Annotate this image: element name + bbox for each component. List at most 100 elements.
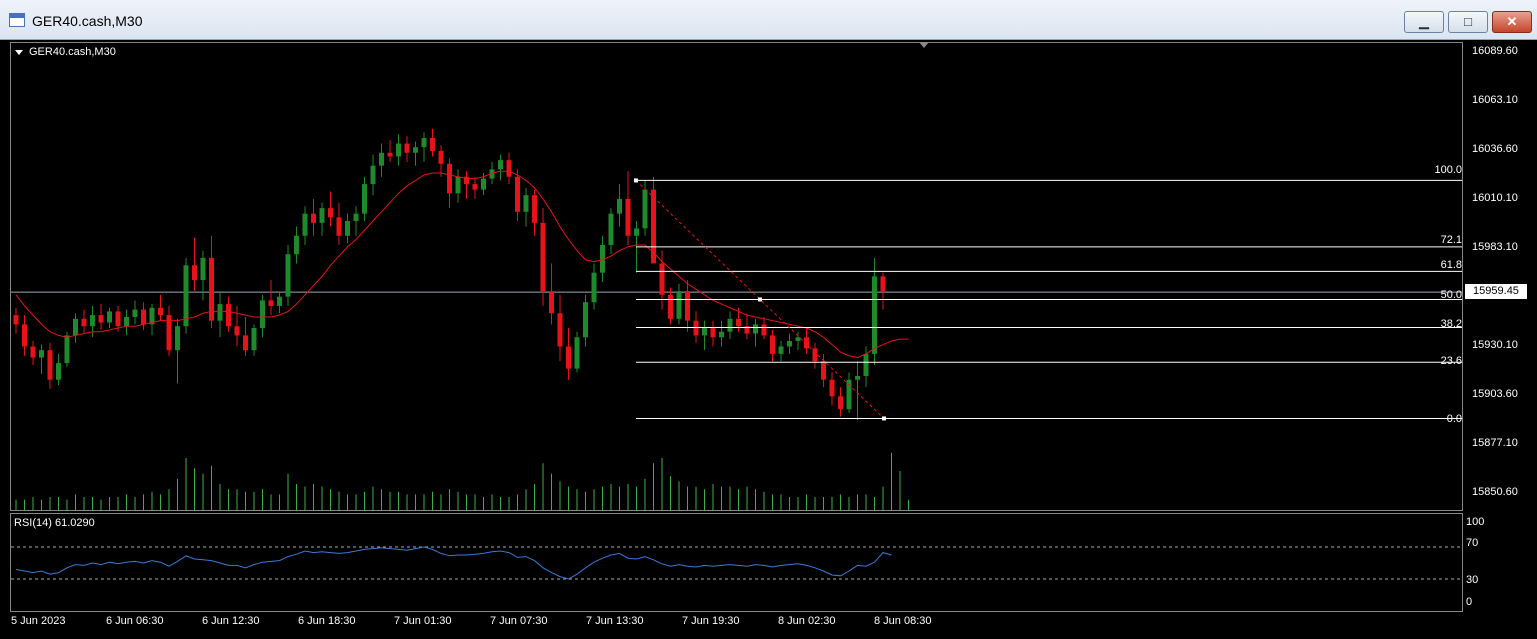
- candle-body: [421, 137, 427, 148]
- candle-body: [855, 376, 860, 380]
- rsi-tick: 70: [1466, 537, 1479, 549]
- time-tick: 8 Jun 02:30: [778, 615, 836, 627]
- candle-body: [447, 163, 452, 194]
- rsi-tick: 0: [1466, 596, 1473, 608]
- fib-anchor-point: [882, 416, 886, 421]
- candle-body: [676, 291, 682, 319]
- candle-body: [234, 326, 240, 336]
- candle-body: [719, 331, 724, 338]
- candle-body: [846, 379, 852, 410]
- candle-body: [81, 318, 87, 327]
- candle-body: [47, 350, 53, 380]
- candle-body: [498, 160, 503, 170]
- candle-body: [73, 318, 78, 336]
- candle-body: [396, 143, 401, 157]
- candle-body: [56, 363, 61, 380]
- candle-body: [438, 150, 444, 164]
- fib-level-label: 72.1: [1440, 234, 1462, 246]
- candle-body: [328, 208, 333, 218]
- chart-menu-arrow-icon[interactable]: [15, 50, 23, 55]
- candle-body: [90, 315, 95, 327]
- candle-body: [226, 304, 231, 327]
- candle-body: [659, 263, 665, 295]
- time-tick: 6 Jun 06:30: [106, 615, 164, 627]
- candle-body: [617, 198, 622, 214]
- candle-body: [523, 195, 529, 212]
- candle-body: [243, 335, 248, 351]
- chart-canvas[interactable]: [0, 0, 1537, 639]
- candle-body: [557, 313, 563, 347]
- candle-body: [821, 361, 826, 380]
- candle-body: [540, 222, 546, 292]
- candle-body: [362, 184, 367, 214]
- candle-body: [753, 324, 758, 334]
- moving-average-line: [15, 170, 909, 359]
- price-tick: 16089.60: [1472, 45, 1518, 57]
- candle-body: [829, 379, 835, 397]
- rsi-indicator-label: RSI(14) 61.0290: [14, 517, 95, 529]
- price-tick: 16063.10: [1472, 94, 1518, 106]
- price-tick: 16036.60: [1472, 143, 1518, 155]
- bid-price-label: 15959.45: [1465, 284, 1527, 299]
- candle-body: [268, 300, 274, 306]
- candle-body: [812, 348, 818, 362]
- chart-symbol-label: GER40.cash,M30: [29, 46, 116, 58]
- candle-body: [141, 309, 146, 325]
- chart-window: GER40.cash,M30 ▁ □ ✕ GER40.cash,M30 RSI(…: [0, 0, 1537, 639]
- candle-body: [736, 318, 741, 327]
- candle-body: [770, 335, 775, 354]
- candle-body: [115, 311, 121, 327]
- candle-body: [702, 328, 707, 336]
- candle-body: [863, 353, 869, 377]
- candle-body: [778, 346, 784, 354]
- chart-shift-marker-icon[interactable]: [919, 42, 929, 48]
- rsi-tick: 100: [1466, 516, 1485, 528]
- candle-body: [379, 152, 384, 166]
- time-tick: 7 Jun 19:30: [682, 615, 740, 627]
- candle-body: [634, 228, 639, 236]
- time-tick: 6 Jun 12:30: [202, 615, 260, 627]
- price-tick: 15983.10: [1472, 241, 1518, 253]
- candle-body: [668, 294, 673, 319]
- price-tick: 16010.10: [1472, 192, 1518, 204]
- fib-level-label: 23.6: [1440, 355, 1462, 367]
- time-tick: 5 Jun 2023: [11, 615, 66, 627]
- candle-body: [387, 152, 393, 157]
- candle-body: [345, 221, 350, 236]
- candle-body: [175, 326, 180, 351]
- candle-body: [192, 265, 197, 281]
- candle-body: [64, 335, 70, 364]
- candle-body: [880, 276, 886, 292]
- candle-body: [311, 213, 316, 223]
- time-tick: 8 Jun 08:30: [874, 615, 932, 627]
- candle-body: [795, 337, 801, 341]
- time-tick: 7 Jun 01:30: [394, 615, 452, 627]
- candle-body: [285, 254, 291, 297]
- candle-body: [158, 307, 163, 316]
- fib-level-label: 50.0: [1440, 289, 1462, 301]
- fib-level-label: 61.8: [1440, 259, 1462, 271]
- candle-body: [693, 320, 699, 336]
- candle-body: [260, 300, 265, 329]
- candle-body: [481, 178, 486, 190]
- candle-body: [710, 328, 716, 338]
- candle-body: [838, 396, 843, 410]
- candle-body: [608, 213, 614, 246]
- candle-body: [549, 291, 554, 314]
- price-tick: 15903.60: [1472, 388, 1518, 400]
- fib-anchor-point: [758, 297, 762, 302]
- price-tick: 15850.60: [1472, 486, 1518, 498]
- candle-body: [574, 337, 580, 369]
- candle-body: [319, 208, 325, 223]
- candle-body: [761, 324, 767, 336]
- candle-body: [353, 213, 359, 222]
- candle-body: [872, 276, 877, 354]
- candle-body: [183, 265, 189, 327]
- fib-level-label: 0.0: [1446, 413, 1462, 425]
- time-tick: 7 Jun 13:30: [586, 615, 644, 627]
- candle-body: [302, 213, 308, 236]
- candle-body: [30, 346, 36, 358]
- fib-anchor-point: [634, 178, 638, 183]
- candle-body: [277, 296, 282, 306]
- candle-body: [39, 350, 44, 358]
